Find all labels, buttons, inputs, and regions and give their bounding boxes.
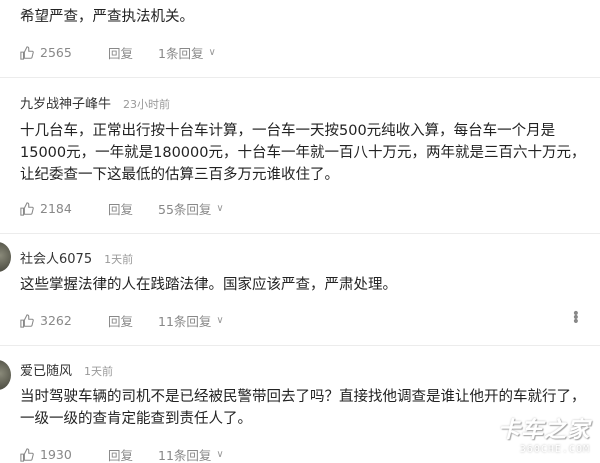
comment-author[interactable]: 爱已随风	[20, 360, 72, 379]
thumbs-up-icon	[20, 201, 34, 216]
divider	[0, 77, 600, 78]
watermark: 卡车之家 360CHE.COM	[498, 412, 590, 455]
replies-count: 1条回复	[158, 46, 204, 61]
thumbs-up-icon	[20, 447, 34, 462]
like-count: 2184	[40, 201, 72, 216]
reply-button[interactable]: 回复	[108, 445, 158, 463]
reply-button[interactable]: 回复	[108, 43, 158, 62]
view-replies-button[interactable]: 11条回复 ∨	[158, 311, 224, 330]
comment-actions: 3262 回复 11条回复 ∨	[20, 311, 224, 330]
chevron-down-icon: ∨	[216, 449, 224, 460]
comment-time: 1天前	[84, 365, 114, 378]
like-button[interactable]: 2184	[20, 201, 108, 216]
reply-button[interactable]: 回复	[108, 199, 158, 218]
thumbs-up-icon	[20, 313, 34, 328]
view-replies-button[interactable]: 1条回复 ∨	[158, 43, 216, 62]
divider	[0, 345, 600, 346]
replies-count: 55条回复	[158, 202, 212, 217]
chevron-down-icon: ∨	[216, 203, 224, 214]
like-button[interactable]: 1930	[20, 447, 108, 462]
comment-actions: 2184 回复 55条回复 ∨	[20, 199, 224, 218]
avatar[interactable]	[0, 242, 11, 272]
comment-author[interactable]: 九岁战神子峰牛	[20, 93, 111, 112]
view-replies-button[interactable]: 11条回复 ∨	[158, 445, 224, 463]
like-count: 3262	[40, 313, 72, 328]
like-count: 1930	[40, 447, 72, 462]
chevron-down-icon: ∨	[208, 47, 216, 58]
comment-text: 希望严查，严查执法机关。	[20, 9, 194, 25]
comment-author[interactable]: 社会人6075	[20, 248, 92, 267]
thumbs-up-icon	[20, 45, 34, 60]
watermark-logo: 卡车之家	[497, 418, 590, 443]
reply-button[interactable]: 回复	[108, 311, 158, 330]
replies-count: 11条回复	[158, 314, 212, 329]
chevron-down-icon: ∨	[216, 315, 224, 326]
comment-actions: 1930 回复 11条回复 ∨	[20, 445, 224, 463]
like-count: 2565	[40, 45, 72, 60]
like-button[interactable]: 2565	[20, 45, 108, 60]
replies-count: 11条回复	[158, 448, 212, 463]
like-button[interactable]: 3262	[20, 313, 108, 328]
divider	[0, 233, 600, 234]
watermark-url: 360CHE.COM	[519, 444, 590, 455]
comment-actions: 2565 回复 1条回复 ∨	[20, 43, 216, 62]
view-replies-button[interactable]: 55条回复 ∨	[158, 199, 224, 218]
comment-text: 这些掌握法律的人在践踏法律。国家应该严查，严肃处理。	[20, 277, 397, 293]
comment-time: 1天前	[104, 253, 134, 266]
comment-time: 23小时前	[123, 98, 171, 111]
avatar[interactable]	[0, 360, 11, 390]
comment-text: 十几台车，正常出行按十台车计算，一台车一天按500元纯收入算，每台车一个月是15…	[20, 123, 586, 183]
more-options-icon[interactable]: • • •	[572, 307, 580, 329]
